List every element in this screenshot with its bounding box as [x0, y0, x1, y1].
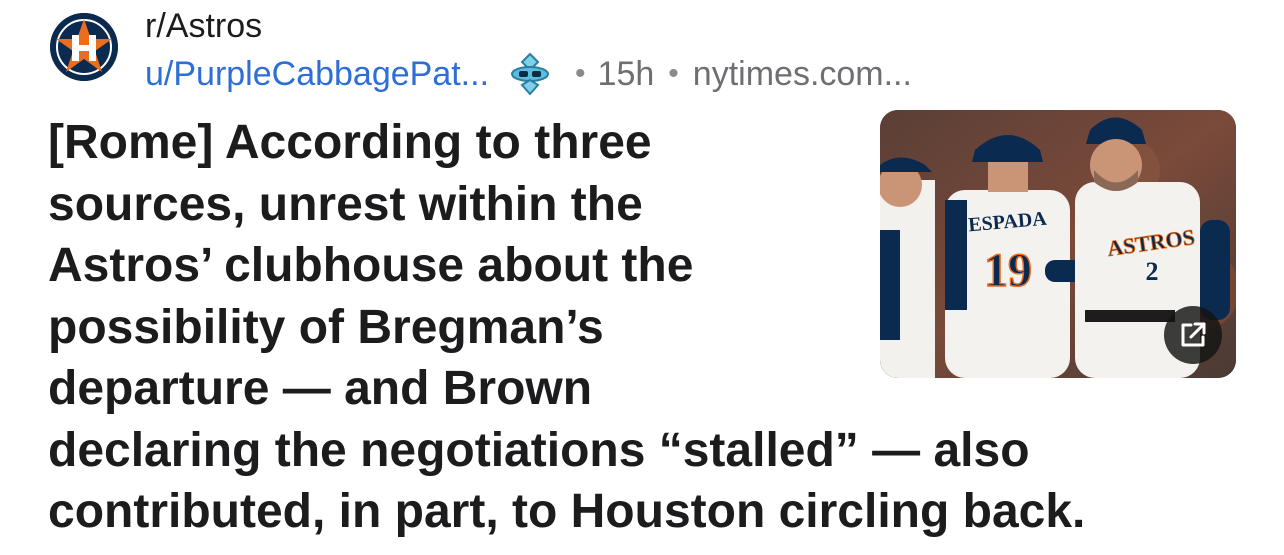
- subreddit-name[interactable]: r/Astros: [145, 6, 262, 46]
- title-line: declaring the negotiations “stalled” — a…: [48, 423, 1030, 477]
- astros-logo-icon: [50, 13, 118, 81]
- post-meta: u/PurpleCabbagePat... • 15h • nytimes.co…: [145, 52, 912, 96]
- username-link[interactable]: u/PurpleCabbagePat...: [145, 54, 489, 94]
- external-link-icon: [1181, 322, 1206, 347]
- jersey-number: 2: [1146, 257, 1159, 286]
- link-thumbnail[interactable]: ESPADA 19 ASTROS 2: [880, 110, 1236, 378]
- avatar-badge-icon[interactable]: [507, 52, 553, 96]
- meta-separator: •: [668, 57, 679, 90]
- subreddit-avatar[interactable]: [50, 13, 118, 81]
- meta-separator: •: [575, 57, 586, 90]
- title-line: contributed, in part, to Houston circlin…: [48, 485, 1086, 538]
- jersey-number: 19: [984, 244, 1032, 297]
- link-domain[interactable]: nytimes.com...: [693, 54, 912, 94]
- open-link-button[interactable]: [1164, 306, 1222, 364]
- post-time: 15h: [597, 55, 655, 93]
